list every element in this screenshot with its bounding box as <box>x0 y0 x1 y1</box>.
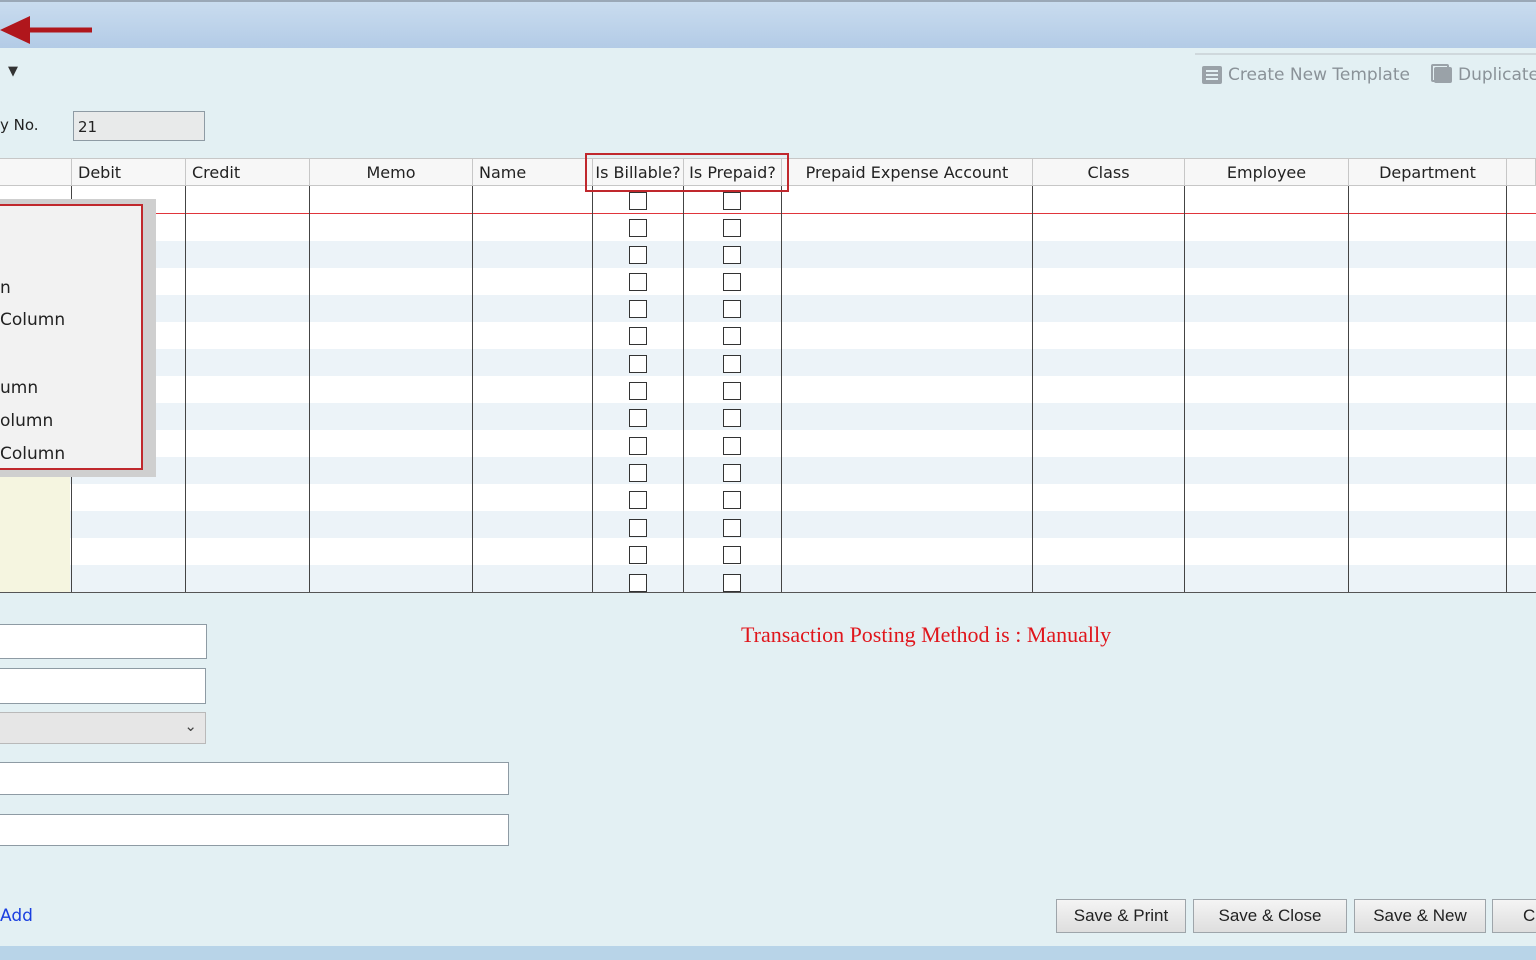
table-row[interactable] <box>0 349 1536 376</box>
is-prepaid-checkbox[interactable] <box>723 355 741 373</box>
is-prepaid-checkbox[interactable] <box>723 409 741 427</box>
is-billable-checkbox[interactable] <box>629 519 647 537</box>
is-prepaid-checkbox[interactable] <box>723 273 741 291</box>
form-field[interactable] <box>0 624 207 659</box>
table-row[interactable] <box>0 214 1536 241</box>
title-bar <box>0 0 1536 48</box>
table-row[interactable] <box>0 511 1536 538</box>
save-new-button[interactable]: Save & New <box>1354 899 1486 933</box>
column-divider <box>472 186 473 592</box>
is-prepaid-checkbox[interactable] <box>723 192 741 210</box>
column-divider <box>1506 186 1507 592</box>
highlight-box-billable-prepaid <box>585 153 789 192</box>
table-row[interactable] <box>0 484 1536 511</box>
table-row[interactable] <box>0 457 1536 484</box>
column-divider <box>309 186 310 592</box>
is-billable-checkbox[interactable] <box>629 355 647 373</box>
is-billable-checkbox[interactable] <box>629 219 647 237</box>
chevron-down-icon[interactable]: ▼ <box>8 64 18 79</box>
form-field-wide[interactable] <box>0 814 509 846</box>
entry-number-input[interactable]: 21 <box>73 111 205 141</box>
is-prepaid-checkbox[interactable] <box>723 519 741 537</box>
is-billable-checkbox[interactable] <box>629 327 647 345</box>
header-debit[interactable]: Debit <box>72 159 186 185</box>
is-prepaid-checkbox[interactable] <box>723 300 741 318</box>
table-row[interactable] <box>0 241 1536 268</box>
table-row[interactable] <box>0 430 1536 457</box>
is-billable-checkbox[interactable] <box>629 574 647 592</box>
form-field[interactable] <box>0 668 206 704</box>
is-prepaid-checkbox[interactable] <box>723 574 741 592</box>
is-prepaid-checkbox[interactable] <box>723 382 741 400</box>
template-icon <box>1202 66 1222 84</box>
header-overflow <box>1507 159 1536 185</box>
header-credit[interactable]: Credit <box>186 159 310 185</box>
is-billable-checkbox[interactable] <box>629 437 647 455</box>
context-menu-item[interactable]: Column <box>0 444 65 464</box>
form-select[interactable]: ⌄ <box>0 712 206 744</box>
duplicate-icon <box>1431 64 1452 83</box>
is-billable-checkbox[interactable] <box>629 192 647 210</box>
is-prepaid-checkbox[interactable] <box>723 327 741 345</box>
toolbar-divider <box>1195 53 1536 55</box>
create-new-template-button[interactable]: Create New Template <box>1202 62 1410 88</box>
context-menu: n Column umn olumn Column <box>0 204 143 470</box>
table-row[interactable] <box>0 538 1536 565</box>
column-divider <box>1184 186 1185 592</box>
table-row[interactable] <box>0 403 1536 430</box>
status-bar <box>0 946 1536 960</box>
header-name[interactable]: Name <box>473 159 593 185</box>
is-prepaid-checkbox[interactable] <box>723 546 741 564</box>
add-link[interactable]: Add <box>0 906 33 926</box>
column-divider <box>592 186 593 592</box>
context-menu-item[interactable]: n <box>0 278 11 298</box>
column-divider <box>1032 186 1033 592</box>
is-billable-checkbox[interactable] <box>629 409 647 427</box>
table-row[interactable] <box>0 376 1536 403</box>
is-billable-checkbox[interactable] <box>629 246 647 264</box>
is-prepaid-checkbox[interactable] <box>723 246 741 264</box>
table-row[interactable] <box>0 295 1536 322</box>
table-row[interactable] <box>0 322 1536 349</box>
context-menu-item[interactable]: Column <box>0 310 65 330</box>
is-billable-checkbox[interactable] <box>629 300 647 318</box>
header-department[interactable]: Department <box>1349 159 1507 185</box>
arrow-left-icon <box>0 16 92 44</box>
header-prepaid-expense-account[interactable]: Prepaid Expense Account <box>782 159 1033 185</box>
header-employee[interactable]: Employee <box>1185 159 1349 185</box>
is-billable-checkbox[interactable] <box>629 273 647 291</box>
save-print-button[interactable]: Save & Print <box>1056 899 1186 933</box>
is-billable-checkbox[interactable] <box>629 464 647 482</box>
context-menu-item[interactable]: umn <box>0 378 38 398</box>
create-new-template-label: Create New Template <box>1228 65 1410 85</box>
entry-number-label: y No. <box>0 116 39 134</box>
is-billable-checkbox[interactable] <box>629 546 647 564</box>
duplicate-button[interactable]: Duplicate <box>1431 62 1536 88</box>
is-billable-checkbox[interactable] <box>629 491 647 509</box>
save-close-button[interactable]: Save & Close <box>1193 899 1347 933</box>
table-row[interactable] <box>0 268 1536 295</box>
close-button[interactable]: Cl <box>1492 899 1536 933</box>
header-memo[interactable]: Memo <box>310 159 473 185</box>
is-prepaid-checkbox[interactable] <box>723 464 741 482</box>
context-menu-item[interactable]: olumn <box>0 411 53 431</box>
form-field-wide[interactable] <box>0 762 509 795</box>
column-divider <box>781 186 782 592</box>
journal-grid: Debit Credit Memo Name Is Billable? Is P… <box>0 158 1536 593</box>
header-blank <box>0 159 72 185</box>
column-divider <box>683 186 684 592</box>
chevron-down-icon: ⌄ <box>184 717 197 735</box>
is-prepaid-checkbox[interactable] <box>723 219 741 237</box>
is-prepaid-checkbox[interactable] <box>723 491 741 509</box>
header-class[interactable]: Class <box>1033 159 1185 185</box>
column-divider <box>1348 186 1349 592</box>
is-prepaid-checkbox[interactable] <box>723 437 741 455</box>
posting-method-message: Transaction Posting Method is : Manually <box>741 622 1112 647</box>
column-divider <box>185 186 186 592</box>
table-row[interactable] <box>0 565 1536 592</box>
is-billable-checkbox[interactable] <box>629 382 647 400</box>
duplicate-label: Duplicate <box>1458 65 1536 85</box>
